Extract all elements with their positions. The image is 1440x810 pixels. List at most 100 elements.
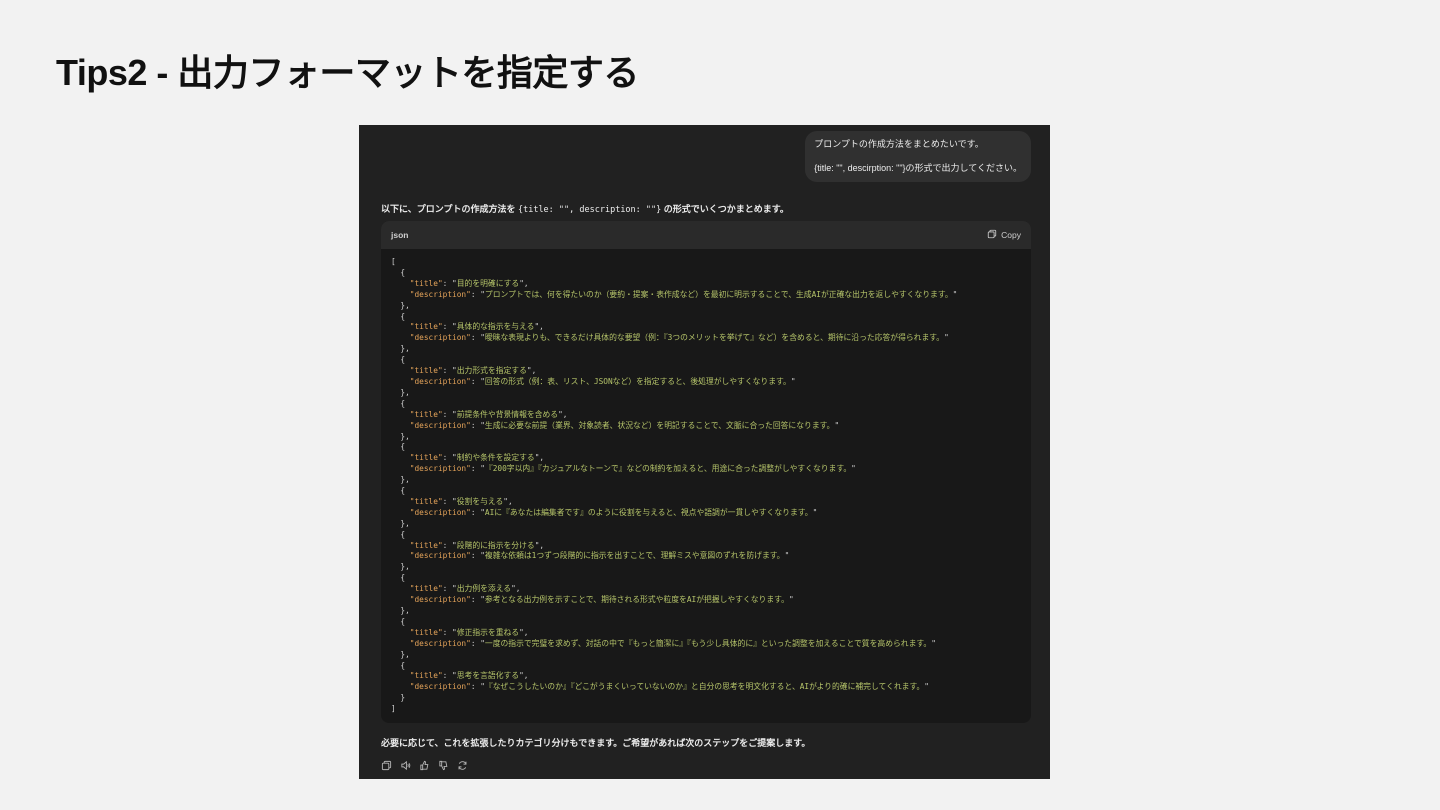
json-description-value: プロンプトでは、何を得たいのか（要約・提案・表作成など）を最初に明示することで、… [484, 289, 953, 299]
json-punct: " [788, 595, 794, 605]
json-object-close: }, [391, 387, 410, 397]
json-punct: : [442, 278, 453, 288]
json-punct: ", [534, 453, 545, 463]
good-response-button[interactable] [419, 758, 430, 771]
code-body: [ { "title": "目的を明確にする", "description": … [381, 249, 1031, 723]
json-punct [391, 421, 410, 430]
json-punct: " [931, 638, 936, 648]
json-object-open: { [391, 660, 406, 670]
json-field-line: "description": "曖昧な表現よりも、できるだけ具体的な要望（例：『… [391, 333, 1021, 344]
json-punct [391, 584, 410, 593]
json-punct: " [944, 333, 949, 343]
json-punct [391, 508, 410, 517]
json-punct [391, 595, 410, 604]
json-field-line: "description": "生成に必要な前提（業界、対象読者、状況など）を明… [391, 421, 1021, 432]
json-description-value: 回答の形式（例：表、リスト、JSONなど）を指定すると、後処理がしやすくなります… [484, 376, 791, 386]
json-field-line: "description": "AIに『あなたは編集者です』のように役割を与える… [391, 508, 1021, 519]
json-title-value: 目的を明確にする [456, 278, 520, 288]
json-punct: : [470, 682, 481, 692]
json-object-close: }, [391, 475, 410, 485]
json-title-value: 出力形式を指定する [456, 366, 527, 376]
json-key: "title" [409, 540, 443, 550]
json-punct: : [442, 453, 453, 463]
json-description-value: 『200字以内』『カジュアルなトーンで』などの制約を加えると、用途に合った調整が… [484, 464, 852, 474]
json-key: "description" [409, 333, 471, 343]
json-punct: : [442, 496, 453, 506]
json-punct: : [470, 376, 481, 386]
json-description-value: 曖昧な表現よりも、できるだけ具体的な要望（例：『3つのメリットを挙げて』など）を… [484, 333, 945, 343]
json-key: "description" [409, 289, 471, 299]
json-object-open: { [391, 573, 406, 583]
json-key: "title" [409, 366, 443, 376]
bad-response-button[interactable] [438, 758, 449, 771]
json-punct: " [924, 682, 929, 692]
json-field-line: "title": "出力例を添える", [391, 584, 1021, 595]
json-punct: " [790, 376, 796, 386]
copy-code-button[interactable]: Copy [987, 229, 1021, 241]
json-punct: ", [519, 278, 529, 288]
json-punct: ", [519, 627, 529, 637]
json-field-line: "title": "前提条件や背景情報を含める", [391, 410, 1021, 421]
json-punct: ", [526, 366, 537, 376]
json-field-line: "title": "役割を与える", [391, 497, 1021, 508]
user-message-line1: プロンプトの作成方法をまとめたいです。 [814, 139, 984, 149]
read-aloud-button[interactable] [400, 758, 411, 771]
json-punct: ", [519, 671, 529, 681]
json-description-value: 参考となる出力例を示すことで、期待される形式や粒度をAIが把握しやすくなります。 [484, 595, 789, 605]
json-punct [391, 453, 410, 462]
json-punct: : [470, 595, 481, 605]
json-field-line: "description": "プロンプトでは、何を得たいのか（要約・提案・表作… [391, 290, 1021, 301]
json-title-value: 具体的な指示を与える [456, 322, 535, 332]
json-field-line: "title": "制約や条件を設定する", [391, 453, 1021, 464]
json-punct: " [952, 289, 958, 299]
json-punct [391, 290, 410, 299]
json-punct: : [442, 409, 453, 419]
json-field-line: "title": "出力形式を指定する", [391, 366, 1021, 377]
thumbs-down-icon [439, 760, 448, 771]
user-message-bubble: プロンプトの作成方法をまとめたいです。 {title: "", descirpt… [805, 131, 1031, 182]
json-punct [391, 682, 410, 691]
json-punct: : [470, 638, 481, 648]
json-object-close: }, [391, 431, 410, 441]
json-punct: : [442, 671, 453, 681]
json-object-open: { [391, 486, 406, 496]
json-close-bracket: ] [391, 704, 396, 714]
json-punct [391, 366, 410, 375]
json-punct: : [470, 551, 481, 561]
json-description-value: 一度の指示で完璧を求めず、対話の中で『もっと簡潔に』『もう少し具体的に』といった… [484, 638, 932, 648]
json-title-value: 制約や条件を設定する [456, 453, 535, 463]
message-action-bar [381, 758, 468, 771]
json-punct: " [812, 507, 818, 517]
json-object-close: }, [391, 649, 410, 659]
json-key: "title" [409, 278, 443, 288]
json-object-open: { [391, 355, 406, 365]
json-punct: ", [503, 496, 513, 506]
json-key: "description" [409, 376, 471, 386]
json-title-value: 前提条件や背景情報を含める [456, 409, 559, 419]
copy-message-button[interactable] [381, 758, 392, 771]
json-punct: " [784, 551, 790, 561]
json-punct [391, 333, 410, 342]
json-punct [391, 377, 410, 386]
json-key: "description" [409, 595, 471, 605]
json-punct: : [442, 627, 453, 637]
json-description-value: 複雑な依頼は1つずつ段階的に指示を出すことで、理解ミスや意図のずれを防げます。 [484, 551, 785, 561]
json-field-line: "title": "段階的に指示を分ける", [391, 541, 1021, 552]
json-key: "description" [409, 638, 471, 648]
json-field-line: "title": "目的を明確にする", [391, 279, 1021, 290]
json-title-value: 役割を与える [456, 496, 504, 506]
json-object-open: { [391, 398, 406, 408]
regenerate-button[interactable] [457, 758, 468, 770]
json-key: "description" [409, 682, 471, 692]
json-object-open: { [391, 529, 406, 539]
json-punct: ", [511, 584, 521, 594]
json-object-close: }, [391, 300, 410, 310]
json-key: "description" [409, 420, 471, 430]
code-block: json Copy [ { "title": "目的を明確にする", "desc… [381, 221, 1031, 723]
json-key: "description" [409, 507, 471, 517]
json-punct: ", [534, 322, 544, 332]
json-punct: ", [534, 540, 545, 550]
json-punct: : [442, 540, 453, 550]
json-punct: : [470, 420, 481, 430]
json-punct: " [851, 464, 856, 474]
